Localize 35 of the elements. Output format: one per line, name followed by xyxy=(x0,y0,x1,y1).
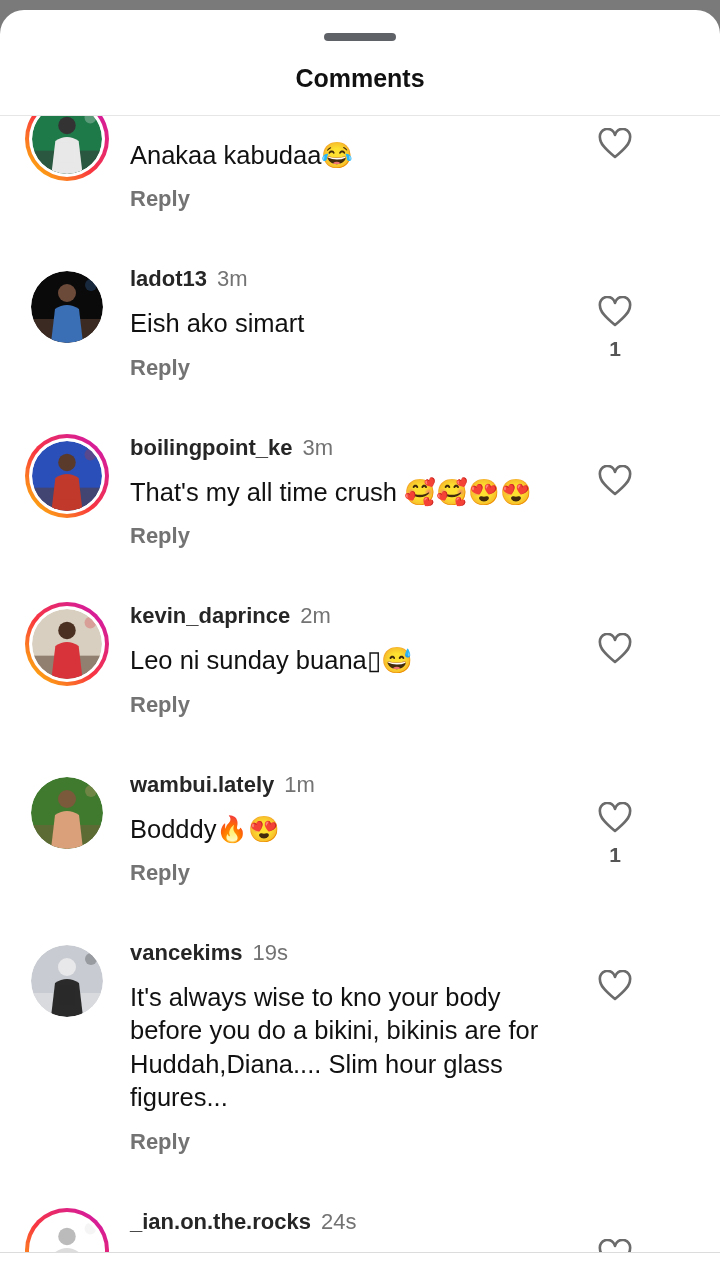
comment-time: 19s xyxy=(252,940,288,966)
drag-handle[interactable] xyxy=(324,33,396,41)
username[interactable]: boilingpoint_ke xyxy=(130,434,293,460)
comment-text: Bodddy🔥😍 xyxy=(130,813,282,845)
heart-icon[interactable] xyxy=(598,970,632,1003)
comment-text: Anakaa kabudaa😂 xyxy=(130,140,355,171)
reply-link[interactable]: Reply xyxy=(130,522,190,551)
username[interactable]: kevin_daprince xyxy=(130,603,291,629)
heart-icon[interactable] xyxy=(598,801,632,834)
comment-time: 3m xyxy=(217,266,248,292)
comment-text: It's always wise to kno your body before you do a bikini, bikinis are for Huddah,Diana.... Slim hour glass figures... xyxy=(130,982,540,1114)
heart-icon[interactable] xyxy=(598,464,632,497)
sheet-title: Comments xyxy=(294,63,426,94)
comment-time: 2m xyxy=(300,603,331,629)
username[interactable]: wambui.lately xyxy=(130,771,275,797)
username[interactable]: _ian.on.the.rocks xyxy=(130,1208,311,1234)
comment-text: That's my all time crush 🥰🥰😍😍 xyxy=(130,476,534,508)
heart-icon[interactable] xyxy=(598,128,632,160)
heart-icon[interactable] xyxy=(598,296,632,329)
heart-icon[interactable] xyxy=(598,633,632,666)
reply-link[interactable]: Reply xyxy=(130,690,190,719)
username[interactable]: ladot13 xyxy=(130,266,208,292)
comment-time: 24s xyxy=(320,1208,357,1234)
reply-link[interactable]: Reply xyxy=(130,1127,190,1156)
comment-time: 1m xyxy=(284,771,315,797)
comment-time: 3m xyxy=(302,434,334,460)
story-ring[interactable] xyxy=(25,116,109,181)
like-count: 1 xyxy=(609,336,621,363)
comment-text: Leo ni sunday buana▯😅 xyxy=(130,645,414,677)
reply-link[interactable]: Reply xyxy=(130,185,190,214)
username[interactable]: vancekims xyxy=(130,940,243,966)
comment-text: Eish ako simart xyxy=(130,308,306,340)
reply-link[interactable]: Reply xyxy=(130,859,190,888)
like-count: 1 xyxy=(609,841,621,868)
reply-link[interactable]: Reply xyxy=(130,353,190,382)
